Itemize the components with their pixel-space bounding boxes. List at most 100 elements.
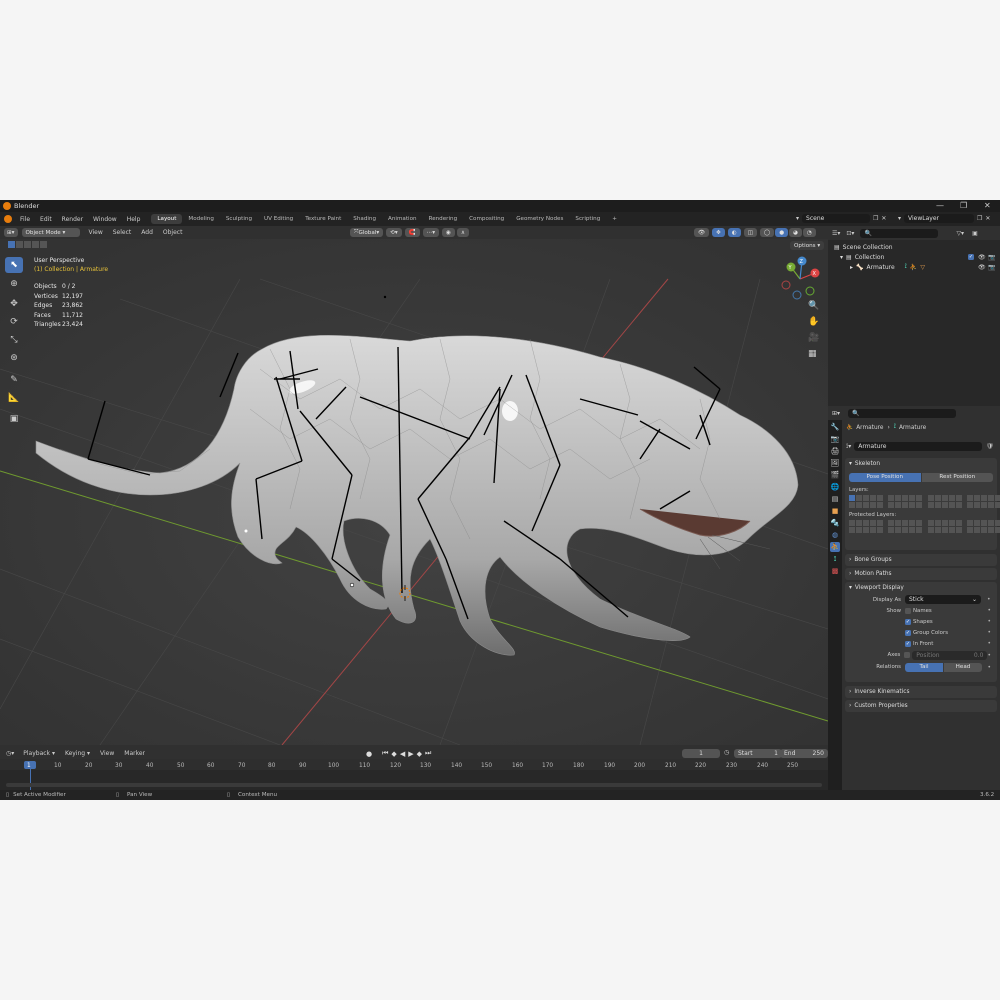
view-layer-tab-icon[interactable]: 🖼	[830, 458, 840, 468]
editor-type-icon[interactable]: ⊞▾	[4, 228, 18, 237]
snap-icon[interactable]: 🧲	[404, 228, 420, 237]
select-intersect-icon[interactable]	[40, 241, 47, 248]
timeline-scrollbar[interactable]	[6, 783, 822, 787]
camera-render-icon[interactable]: 📷	[988, 254, 995, 261]
timeline-view-menu[interactable]: View	[95, 750, 119, 757]
texture-tab-icon[interactable]: ▩	[830, 566, 840, 576]
menu-edit[interactable]: Edit	[35, 216, 57, 223]
properties-search-input[interactable]: 🔍	[848, 408, 957, 418]
select-invert-icon[interactable]	[32, 241, 39, 248]
delete-scene-icon[interactable]: ✕	[881, 215, 886, 222]
scale-tool-icon[interactable]: ⤡	[5, 332, 23, 348]
armature-data-tab-icon[interactable]: ⛹	[830, 542, 840, 552]
outliner-editor-icon[interactable]: ☰▾	[832, 230, 840, 237]
tool-tab-icon[interactable]: 🔧	[830, 422, 840, 432]
viewport-menu-view[interactable]: View	[84, 229, 108, 236]
outliner-scene-collection[interactable]: ▤ Scene Collection	[834, 242, 1000, 252]
select-extend-icon[interactable]	[16, 241, 23, 248]
close-window-button[interactable]: ✕	[984, 201, 991, 210]
delete-view-layer-icon[interactable]: ✕	[985, 215, 990, 222]
rendered-shading-icon[interactable]: ◔	[803, 228, 816, 237]
pivot-point-icon[interactable]: ⟲▾	[386, 228, 402, 237]
display-as-dropdown[interactable]: Stick ⌄	[905, 595, 981, 604]
move-tool-icon[interactable]: ✥	[5, 296, 23, 312]
menu-render[interactable]: Render	[57, 216, 88, 223]
bone-groups-panel[interactable]: › Bone Groups	[845, 554, 997, 566]
xray-toggle-icon[interactable]: ◫	[743, 228, 757, 237]
keying-menu[interactable]: Keying ▾	[60, 750, 95, 757]
perspective-toggle-icon[interactable]: ▦	[808, 349, 817, 359]
relations-head-button[interactable]: Head	[944, 662, 982, 672]
blender-menu-icon[interactable]	[4, 215, 12, 223]
relations-tail-button[interactable]: Tail	[905, 662, 943, 672]
tab-modeling[interactable]: Modeling	[182, 214, 219, 224]
motion-paths-panel[interactable]: › Motion Paths	[845, 568, 997, 580]
axes-checkbox[interactable]	[904, 652, 911, 658]
outliner-search-input[interactable]: 🔍	[860, 228, 939, 238]
gizmo-toggle-icon[interactable]: ✥	[712, 228, 725, 237]
camera-view-icon[interactable]: 🎥	[808, 333, 819, 343]
skeleton-panel-header[interactable]: ▾ Skeleton	[845, 458, 997, 470]
tab-geometry-nodes[interactable]: Geometry Nodes	[510, 214, 569, 224]
display-mode-icon[interactable]: ⊡▾	[846, 230, 854, 237]
tab-sculpting[interactable]: Sculpting	[220, 214, 258, 224]
armature-name-field[interactable]: Armature	[854, 442, 983, 451]
animate-property-icon[interactable]: •	[987, 618, 991, 625]
animate-property-icon[interactable]: •	[987, 596, 991, 603]
output-tab-icon[interactable]: 🖨	[830, 446, 840, 456]
object-tab-icon[interactable]: ■	[830, 506, 840, 516]
armature-data-icon[interactable]: ⟟	[905, 263, 907, 271]
layers-grid[interactable]	[849, 495, 1000, 508]
proportional-editing-icon[interactable]: ◉	[442, 228, 455, 237]
protected-layers-grid[interactable]	[849, 520, 1000, 533]
render-tab-icon[interactable]: 📷	[830, 434, 840, 444]
scene-tab-icon[interactable]: 🎬	[830, 470, 840, 480]
overlay-toggle-icon[interactable]: ◐	[727, 228, 741, 237]
fake-user-shield-icon[interactable]: 🛡	[986, 443, 994, 450]
tab-shading[interactable]: Shading	[347, 214, 382, 224]
jump-keyframe-back-icon[interactable]: ◆	[391, 750, 396, 758]
viewport-menu-select[interactable]: Select	[108, 229, 137, 236]
tab-scripting[interactable]: Scripting	[569, 214, 606, 224]
view-layer-name-field[interactable]: ViewLayer	[904, 214, 975, 223]
rotate-tool-icon[interactable]: ⟳	[5, 314, 23, 330]
eye-icon[interactable]: 👁	[978, 254, 986, 261]
mode-dropdown[interactable]: Object Mode ▾	[21, 228, 80, 237]
view-layer-selector[interactable]: ▾ ViewLayer ❐ ✕	[898, 214, 990, 223]
new-scene-icon[interactable]: ❐	[873, 215, 878, 222]
add-cube-tool-icon[interactable]: ▣	[5, 411, 23, 427]
tab-compositing[interactable]: Compositing	[463, 214, 510, 224]
select-tool-icon[interactable]: ⬉	[5, 257, 23, 273]
clock-icon[interactable]: ◷	[724, 749, 729, 756]
collection-tab-icon[interactable]: ▤	[830, 494, 840, 504]
pan-hand-icon[interactable]: ✋	[808, 317, 819, 327]
start-frame-field[interactable]: Start 1	[734, 748, 782, 758]
bone-tab-icon[interactable]: ⟟	[830, 554, 840, 564]
new-collection-icon[interactable]: ▣	[972, 230, 978, 237]
viewport-display-header[interactable]: ▾ Viewport Display	[845, 582, 997, 594]
animate-property-icon[interactable]: •	[987, 629, 991, 636]
current-frame-field[interactable]: 1	[682, 748, 720, 758]
snap-target-icon[interactable]: ⋯▾	[422, 228, 440, 237]
minimize-button[interactable]: —	[936, 201, 944, 210]
eye-icon[interactable]: 👁	[978, 264, 986, 271]
expand-arrow-icon[interactable]: ▾	[840, 254, 843, 261]
cursor-tool-icon[interactable]: ⊕	[5, 276, 23, 292]
end-frame-field[interactable]: End 250	[780, 748, 828, 758]
zoom-icon[interactable]: 🔍	[808, 301, 819, 311]
expand-arrow-icon[interactable]: ▸	[850, 264, 853, 271]
scene-selector[interactable]: ▾ Scene ❐ ✕	[796, 214, 886, 223]
scene-name-field[interactable]: Scene	[802, 214, 871, 223]
transform-orientation-dropdown[interactable]: ⤧ Global ▾	[350, 228, 384, 237]
modifier-icon[interactable]: ▽	[920, 264, 925, 271]
in-front-checkbox[interactable]: ✓	[905, 640, 911, 647]
datablock-browse-icon[interactable]: ⟟▾	[846, 443, 851, 451]
visibility-icon[interactable]: 👁	[694, 228, 710, 237]
physics-tab-icon[interactable]: ◍	[830, 530, 840, 540]
jump-end-icon[interactable]: ⏭	[425, 749, 431, 758]
viewport-menu-add[interactable]: Add	[136, 229, 158, 236]
annotate-tool-icon[interactable]: ✎	[5, 372, 23, 388]
rest-position-button[interactable]: Rest Position	[921, 472, 993, 482]
solid-shading-icon[interactable]: ●	[775, 228, 789, 237]
timeline-area[interactable]: 1 10 20 30 40 50 60 70 80 90 100 110 120…	[0, 759, 828, 790]
